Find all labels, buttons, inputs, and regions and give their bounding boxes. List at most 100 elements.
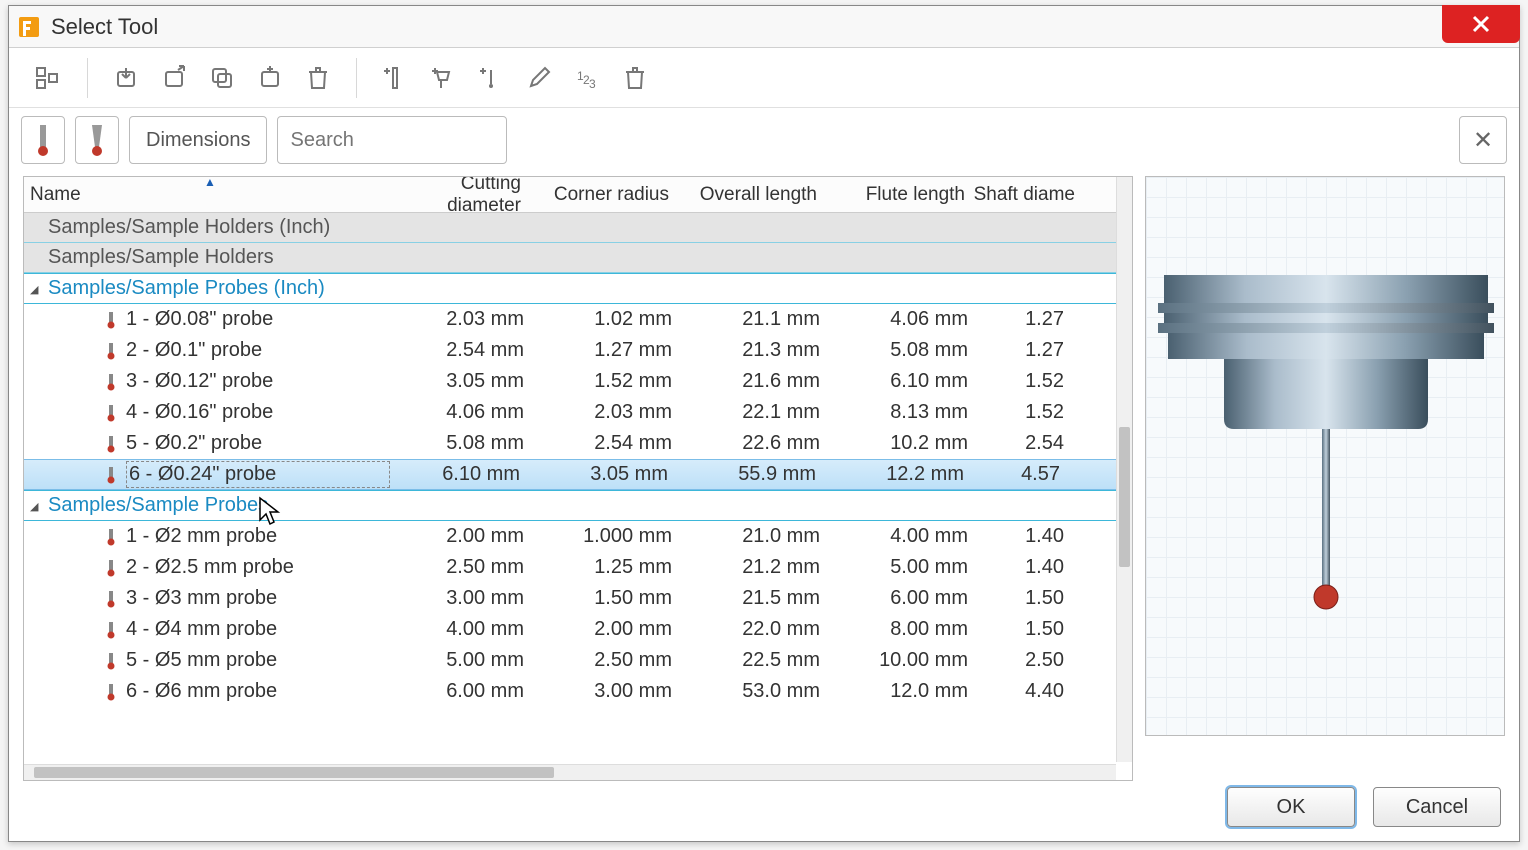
close-button[interactable] xyxy=(1442,5,1520,43)
ok-button[interactable]: OK xyxy=(1227,787,1355,827)
row-cor: 1.50 mm xyxy=(542,587,690,610)
table-row[interactable]: 6 - Ø0.24" probe6.10 mm3.05 mm55.9 mm12.… xyxy=(24,459,1132,490)
titlebar: Select Tool xyxy=(9,6,1519,48)
probe-icon xyxy=(102,311,120,329)
new-library-icon[interactable] xyxy=(246,54,294,102)
col-name[interactable]: Name xyxy=(24,177,379,212)
row-cor: 1.000 mm xyxy=(542,525,690,548)
table-row[interactable]: 4 - Ø4 mm probe4.00 mm2.00 mm22.0 mm8.00… xyxy=(24,614,1132,645)
row-sha: 1.40 xyxy=(986,556,1082,579)
row-cor: 2.00 mm xyxy=(542,618,690,641)
row-cor: 1.25 mm xyxy=(542,556,690,579)
group-row[interactable]: Samples/Sample Holders xyxy=(24,243,1132,273)
col-corner-radius[interactable]: Corner radius xyxy=(527,177,675,212)
library-icon[interactable] xyxy=(25,54,73,102)
probe-icon xyxy=(102,652,120,670)
row-name: 5 - Ø0.2" probe xyxy=(126,432,394,455)
clear-filter-button[interactable]: ✕ xyxy=(1459,116,1507,164)
row-flu: 5.08 mm xyxy=(838,339,986,362)
probe-icon xyxy=(102,621,120,639)
probe-icon xyxy=(102,373,120,391)
search-input[interactable] xyxy=(277,116,507,164)
row-cor: 1.27 mm xyxy=(542,339,690,362)
new-holder-icon[interactable] xyxy=(419,54,467,102)
row-flu: 10.2 mm xyxy=(838,432,986,455)
probe-icon xyxy=(102,404,120,422)
row-cut: 2.50 mm xyxy=(394,556,542,579)
row-sha: 1.52 xyxy=(986,401,1082,424)
table-row[interactable]: 5 - Ø0.2" probe5.08 mm2.54 mm22.6 mm10.2… xyxy=(24,428,1132,459)
col-overall-length[interactable]: Overall length xyxy=(675,177,823,212)
row-ovl: 22.1 mm xyxy=(690,401,838,424)
delete-library-icon[interactable] xyxy=(294,54,342,102)
row-cut: 4.06 mm xyxy=(394,401,542,424)
row-cut: 5.08 mm xyxy=(394,432,542,455)
table-row[interactable]: 6 - Ø6 mm probe6.00 mm3.00 mm53.0 mm12.0… xyxy=(24,676,1132,707)
filter-straight-icon[interactable] xyxy=(21,116,65,164)
table-row[interactable]: 2 - Ø2.5 mm probe2.50 mm1.25 mm21.2 mm5.… xyxy=(24,552,1132,583)
row-flu: 4.00 mm xyxy=(838,525,986,548)
probe-icon xyxy=(102,683,120,701)
row-name: 6 - Ø0.24" probe xyxy=(126,461,390,488)
group-row[interactable]: Samples/Sample Probes xyxy=(24,490,1132,521)
row-ovl: 21.6 mm xyxy=(690,370,838,393)
row-sha: 4.40 xyxy=(986,680,1082,703)
row-name: 4 - Ø0.16" probe xyxy=(126,401,394,424)
row-name: 5 - Ø5 mm probe xyxy=(126,649,394,672)
horizontal-scrollbar[interactable] xyxy=(24,764,1116,780)
table-row[interactable]: 3 - Ø3 mm probe3.00 mm1.50 mm21.5 mm6.00… xyxy=(24,583,1132,614)
edit-icon[interactable] xyxy=(515,54,563,102)
table-row[interactable]: 3 - Ø0.12" probe3.05 mm1.52 mm21.6 mm6.1… xyxy=(24,366,1132,397)
renumber-icon[interactable]: 123 xyxy=(563,54,611,102)
row-name: 6 - Ø6 mm probe xyxy=(126,680,394,703)
row-sha: 1.52 xyxy=(986,370,1082,393)
import-icon[interactable] xyxy=(102,54,150,102)
app-icon xyxy=(15,13,43,41)
copy-icon[interactable] xyxy=(198,54,246,102)
row-ovl: 22.6 mm xyxy=(690,432,838,455)
delete-tool-icon[interactable] xyxy=(611,54,659,102)
row-sha: 4.57 xyxy=(982,463,1078,486)
row-cut: 3.05 mm xyxy=(394,370,542,393)
group-row[interactable]: Samples/Sample Holders (Inch) xyxy=(24,213,1132,243)
new-tool-icon[interactable] xyxy=(371,54,419,102)
cancel-button[interactable]: Cancel xyxy=(1373,787,1501,827)
col-flute-length[interactable]: Flute length xyxy=(823,177,971,212)
filter-taper-icon[interactable] xyxy=(75,116,119,164)
probe-icon xyxy=(102,528,120,546)
filter-bar: Dimensions ✕ xyxy=(9,108,1519,172)
row-name: 3 - Ø3 mm probe xyxy=(126,587,394,610)
new-probe-icon[interactable] xyxy=(467,54,515,102)
row-ovl: 21.0 mm xyxy=(690,525,838,548)
export-icon[interactable] xyxy=(150,54,198,102)
dimensions-button[interactable]: Dimensions xyxy=(129,116,267,164)
row-sha: 1.50 xyxy=(986,618,1082,641)
row-flu: 5.00 mm xyxy=(838,556,986,579)
row-sha: 2.50 xyxy=(986,649,1082,672)
row-cor: 1.02 mm xyxy=(542,308,690,331)
probe-icon xyxy=(102,342,120,360)
table-row[interactable]: 2 - Ø0.1" probe2.54 mm1.27 mm21.3 mm5.08… xyxy=(24,335,1132,366)
row-sha: 1.27 xyxy=(986,339,1082,362)
col-shaft-diameter[interactable]: Shaft diame xyxy=(971,177,1081,212)
table-row[interactable]: 5 - Ø5 mm probe5.00 mm2.50 mm22.5 mm10.0… xyxy=(24,645,1132,676)
dialog-footer: OK Cancel xyxy=(1227,787,1501,827)
group-row[interactable]: Samples/Sample Probes (Inch) xyxy=(24,273,1132,304)
row-flu: 12.2 mm xyxy=(834,463,982,486)
row-flu: 12.0 mm xyxy=(838,680,986,703)
row-name: 2 - Ø0.1" probe xyxy=(126,339,394,362)
row-name: 1 - Ø0.08" probe xyxy=(126,308,394,331)
row-ovl: 53.0 mm xyxy=(690,680,838,703)
probe-icon xyxy=(102,466,120,484)
table-row[interactable]: 4 - Ø0.16" probe4.06 mm2.03 mm22.1 mm8.1… xyxy=(24,397,1132,428)
table-row[interactable]: 1 - Ø0.08" probe2.03 mm1.02 mm21.1 mm4.0… xyxy=(24,304,1132,335)
col-cutting-diameter[interactable]: Cutting diameter xyxy=(379,177,527,212)
row-flu: 8.00 mm xyxy=(838,618,986,641)
row-sha: 1.50 xyxy=(986,587,1082,610)
vertical-scrollbar[interactable] xyxy=(1116,177,1132,762)
row-cut: 2.03 mm xyxy=(394,308,542,331)
row-ovl: 22.5 mm xyxy=(690,649,838,672)
row-ovl: 21.1 mm xyxy=(690,308,838,331)
row-ovl: 21.3 mm xyxy=(690,339,838,362)
table-row[interactable]: 1 - Ø2 mm probe2.00 mm1.000 mm21.0 mm4.0… xyxy=(24,521,1132,552)
